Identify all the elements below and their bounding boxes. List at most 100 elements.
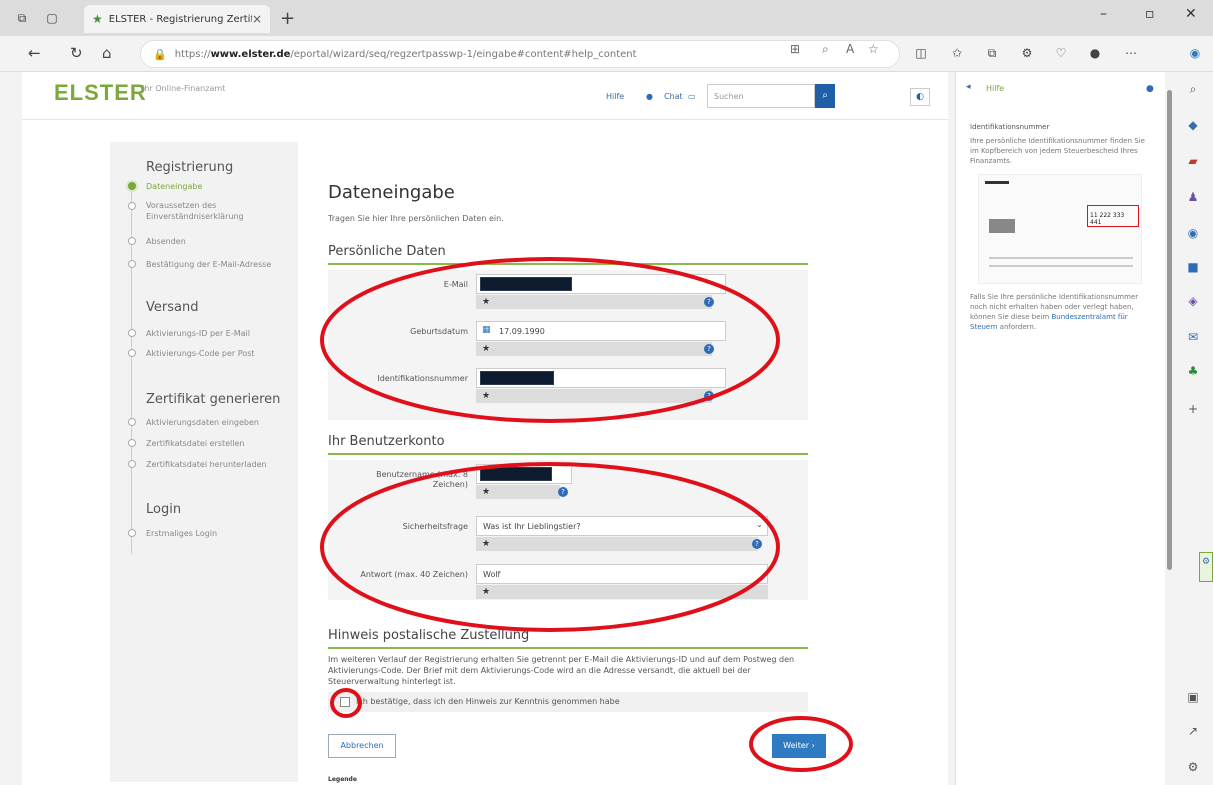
outlook-icon[interactable]: ■ xyxy=(1184,258,1202,276)
chat-link[interactable]: Chat xyxy=(664,92,683,101)
step-item: Aktivierungsdaten eingeben xyxy=(146,418,259,427)
birth-label: Geburtsdatum xyxy=(410,327,468,336)
tab-actions-icon[interactable]: ▢ xyxy=(44,10,60,26)
help-text-1: Ihre persönliche Identifikationsnummer f… xyxy=(970,137,1145,165)
back-icon[interactable]: ← xyxy=(28,44,41,62)
favorite-star-icon[interactable]: ☆ xyxy=(868,42,879,56)
minimize-icon[interactable]: – xyxy=(1100,6,1107,22)
settings-tab-icon[interactable]: ⚙ xyxy=(1199,552,1213,582)
help-text-3: anfordern. xyxy=(999,323,1037,331)
help-scrollbar[interactable] xyxy=(1167,90,1172,570)
hinweis-text: Im weiteren Verlauf der Registrierung er… xyxy=(328,655,795,686)
step-dot-icon xyxy=(128,260,136,268)
url-domain: www.elster.de xyxy=(210,48,291,60)
browser-tab[interactable]: ★ ELSTER - Registrierung Zertifikat × xyxy=(84,5,270,33)
collapse-icon[interactable]: ◂ xyxy=(966,82,971,92)
secq-select[interactable]: Was ist Ihr Lieblingstier? xyxy=(476,516,768,536)
required-bar: ★ xyxy=(476,295,712,309)
doc-line xyxy=(989,257,1133,259)
briefcase-icon[interactable]: ▰ xyxy=(1184,152,1202,170)
url-prefix: https:// xyxy=(174,48,211,60)
birth-field[interactable]: 17.09.1990 xyxy=(476,321,726,341)
help-title: Hilfe xyxy=(986,84,1005,93)
intro-text: Tragen Sie hier Ihre persönlichen Daten … xyxy=(328,214,504,223)
browser-essentials-icon[interactable]: ♡ xyxy=(1052,44,1070,62)
step-item: Zertifikatsdatei erstellen xyxy=(146,439,245,448)
elster-logo[interactable]: ELSTER xyxy=(54,80,147,106)
window-icon[interactable]: ▣ xyxy=(1184,688,1202,706)
help-icon[interactable]: ? xyxy=(558,487,568,497)
doc-line xyxy=(989,265,1133,267)
help-icon[interactable]: ● xyxy=(646,92,653,101)
help-icon[interactable]: ? xyxy=(704,297,714,307)
gear-icon[interactable]: ⚙ xyxy=(1184,758,1202,776)
new-tab-icon[interactable]: + xyxy=(280,8,295,29)
help-icon[interactable]: ? xyxy=(752,539,762,549)
step-item: Aktivierungs-Code per Post xyxy=(146,349,255,358)
refresh-icon[interactable]: ↻ xyxy=(70,44,83,62)
section-account-heading: Ihr Benutzerkonto xyxy=(328,434,808,455)
read-aloud-icon[interactable]: A xyxy=(846,42,854,56)
search-input[interactable]: Suchen xyxy=(707,84,815,108)
zoom-icon[interactable]: ⌕ xyxy=(822,42,829,57)
chat-icon[interactable]: ▭ xyxy=(688,92,696,101)
step-dot-icon xyxy=(128,329,136,337)
contrast-icon[interactable]: ◐ xyxy=(910,88,930,106)
workspaces-icon[interactable]: ⧉ xyxy=(14,10,30,26)
help-icon[interactable]: ? xyxy=(704,391,714,401)
doc-line xyxy=(985,181,1009,184)
section-personal-heading: Persönliche Daten xyxy=(328,244,808,265)
home-icon[interactable]: ⌂ xyxy=(102,44,112,62)
search-icon[interactable]: ⌕ xyxy=(815,84,835,108)
external-link-icon[interactable]: ↗ xyxy=(1184,722,1202,740)
next-button[interactable]: Weiter › xyxy=(772,734,826,758)
help-info-icon[interactable]: ● xyxy=(1146,84,1154,94)
messenger-icon[interactable]: ✉ xyxy=(1184,328,1202,346)
search-icon[interactable]: ⌕ xyxy=(1184,80,1202,98)
close-tab-icon[interactable]: × xyxy=(252,12,262,26)
legend-heading: Legende xyxy=(328,776,357,783)
split-screen-icon[interactable]: ◫ xyxy=(912,44,930,62)
doc-block xyxy=(989,219,1015,233)
help-icon[interactable]: ? xyxy=(704,344,714,354)
more-menu-icon[interactable]: ⋯ xyxy=(1122,44,1140,62)
confirm-checkbox[interactable] xyxy=(340,697,350,707)
step-active-icon xyxy=(128,182,136,190)
chevron-down-icon[interactable]: ⌄ xyxy=(756,520,763,529)
answer-field[interactable]: Wolf xyxy=(476,564,768,584)
next-button-label: Weiter xyxy=(783,741,810,750)
redacted-email xyxy=(480,277,572,291)
favicon-icon: ★ xyxy=(92,12,103,26)
personal-data-form: E-Mail ★ ? Geburtsdatum 17.09.1990 ▦ ★ ?… xyxy=(328,270,808,420)
required-bar: ★ xyxy=(476,389,712,403)
url-path: /eportal/wizard/seq/regzertpasswp-1/eing… xyxy=(290,48,637,60)
tree-icon[interactable]: ♣ xyxy=(1184,362,1202,380)
help-panel: ◂ Hilfe ● Identifikationsnummer Ihre per… xyxy=(955,72,1165,785)
tax-notice-image: 11 222 333 441 xyxy=(978,174,1142,284)
wizard-steps: Registrierung Dateneingabe Voraussetzen … xyxy=(110,142,298,782)
office-icon[interactable]: ◉ xyxy=(1184,224,1202,242)
close-window-icon[interactable]: ✕ xyxy=(1185,6,1197,22)
app-view-icon[interactable]: ⊞ xyxy=(790,42,800,56)
hilfe-link[interactable]: Hilfe xyxy=(606,92,624,101)
extensions-icon[interactable]: ⚙ xyxy=(1018,44,1036,62)
page-title: Dateneingabe xyxy=(328,182,455,203)
step-section-login: Login xyxy=(146,502,182,517)
step-dot-icon xyxy=(128,202,136,210)
collections-icon[interactable]: ⧉ xyxy=(983,44,1001,62)
webpage: ELSTER Ihr Online-Finanzamt Hilfe ● Chat… xyxy=(22,72,948,785)
teams-icon[interactable]: ◈ xyxy=(1184,292,1202,310)
maximize-icon[interactable]: ▫ xyxy=(1145,6,1155,22)
required-bar: ★ xyxy=(476,585,768,599)
url-field[interactable]: 🔒 https://www.elster.de/eportal/wizard/s… xyxy=(140,40,900,68)
tag-icon[interactable]: ◆ xyxy=(1184,116,1202,134)
add-icon[interactable]: + xyxy=(1184,400,1202,418)
people-icon[interactable]: ♟ xyxy=(1184,188,1202,206)
copilot-icon[interactable]: ◉ xyxy=(1186,44,1204,62)
calendar-icon[interactable]: ▦ xyxy=(482,325,491,335)
favorites-icon[interactable]: ✩ xyxy=(948,44,966,62)
abort-button[interactable]: Abbrechen xyxy=(328,734,396,758)
email-label: E-Mail xyxy=(443,280,468,289)
profile-icon[interactable]: ● xyxy=(1086,44,1104,62)
edge-sidebar: ⌕ ◆ ▰ ♟ ◉ ■ ◈ ✉ ♣ + ⚙ ▣ ↗ ⚙ xyxy=(1175,72,1213,785)
